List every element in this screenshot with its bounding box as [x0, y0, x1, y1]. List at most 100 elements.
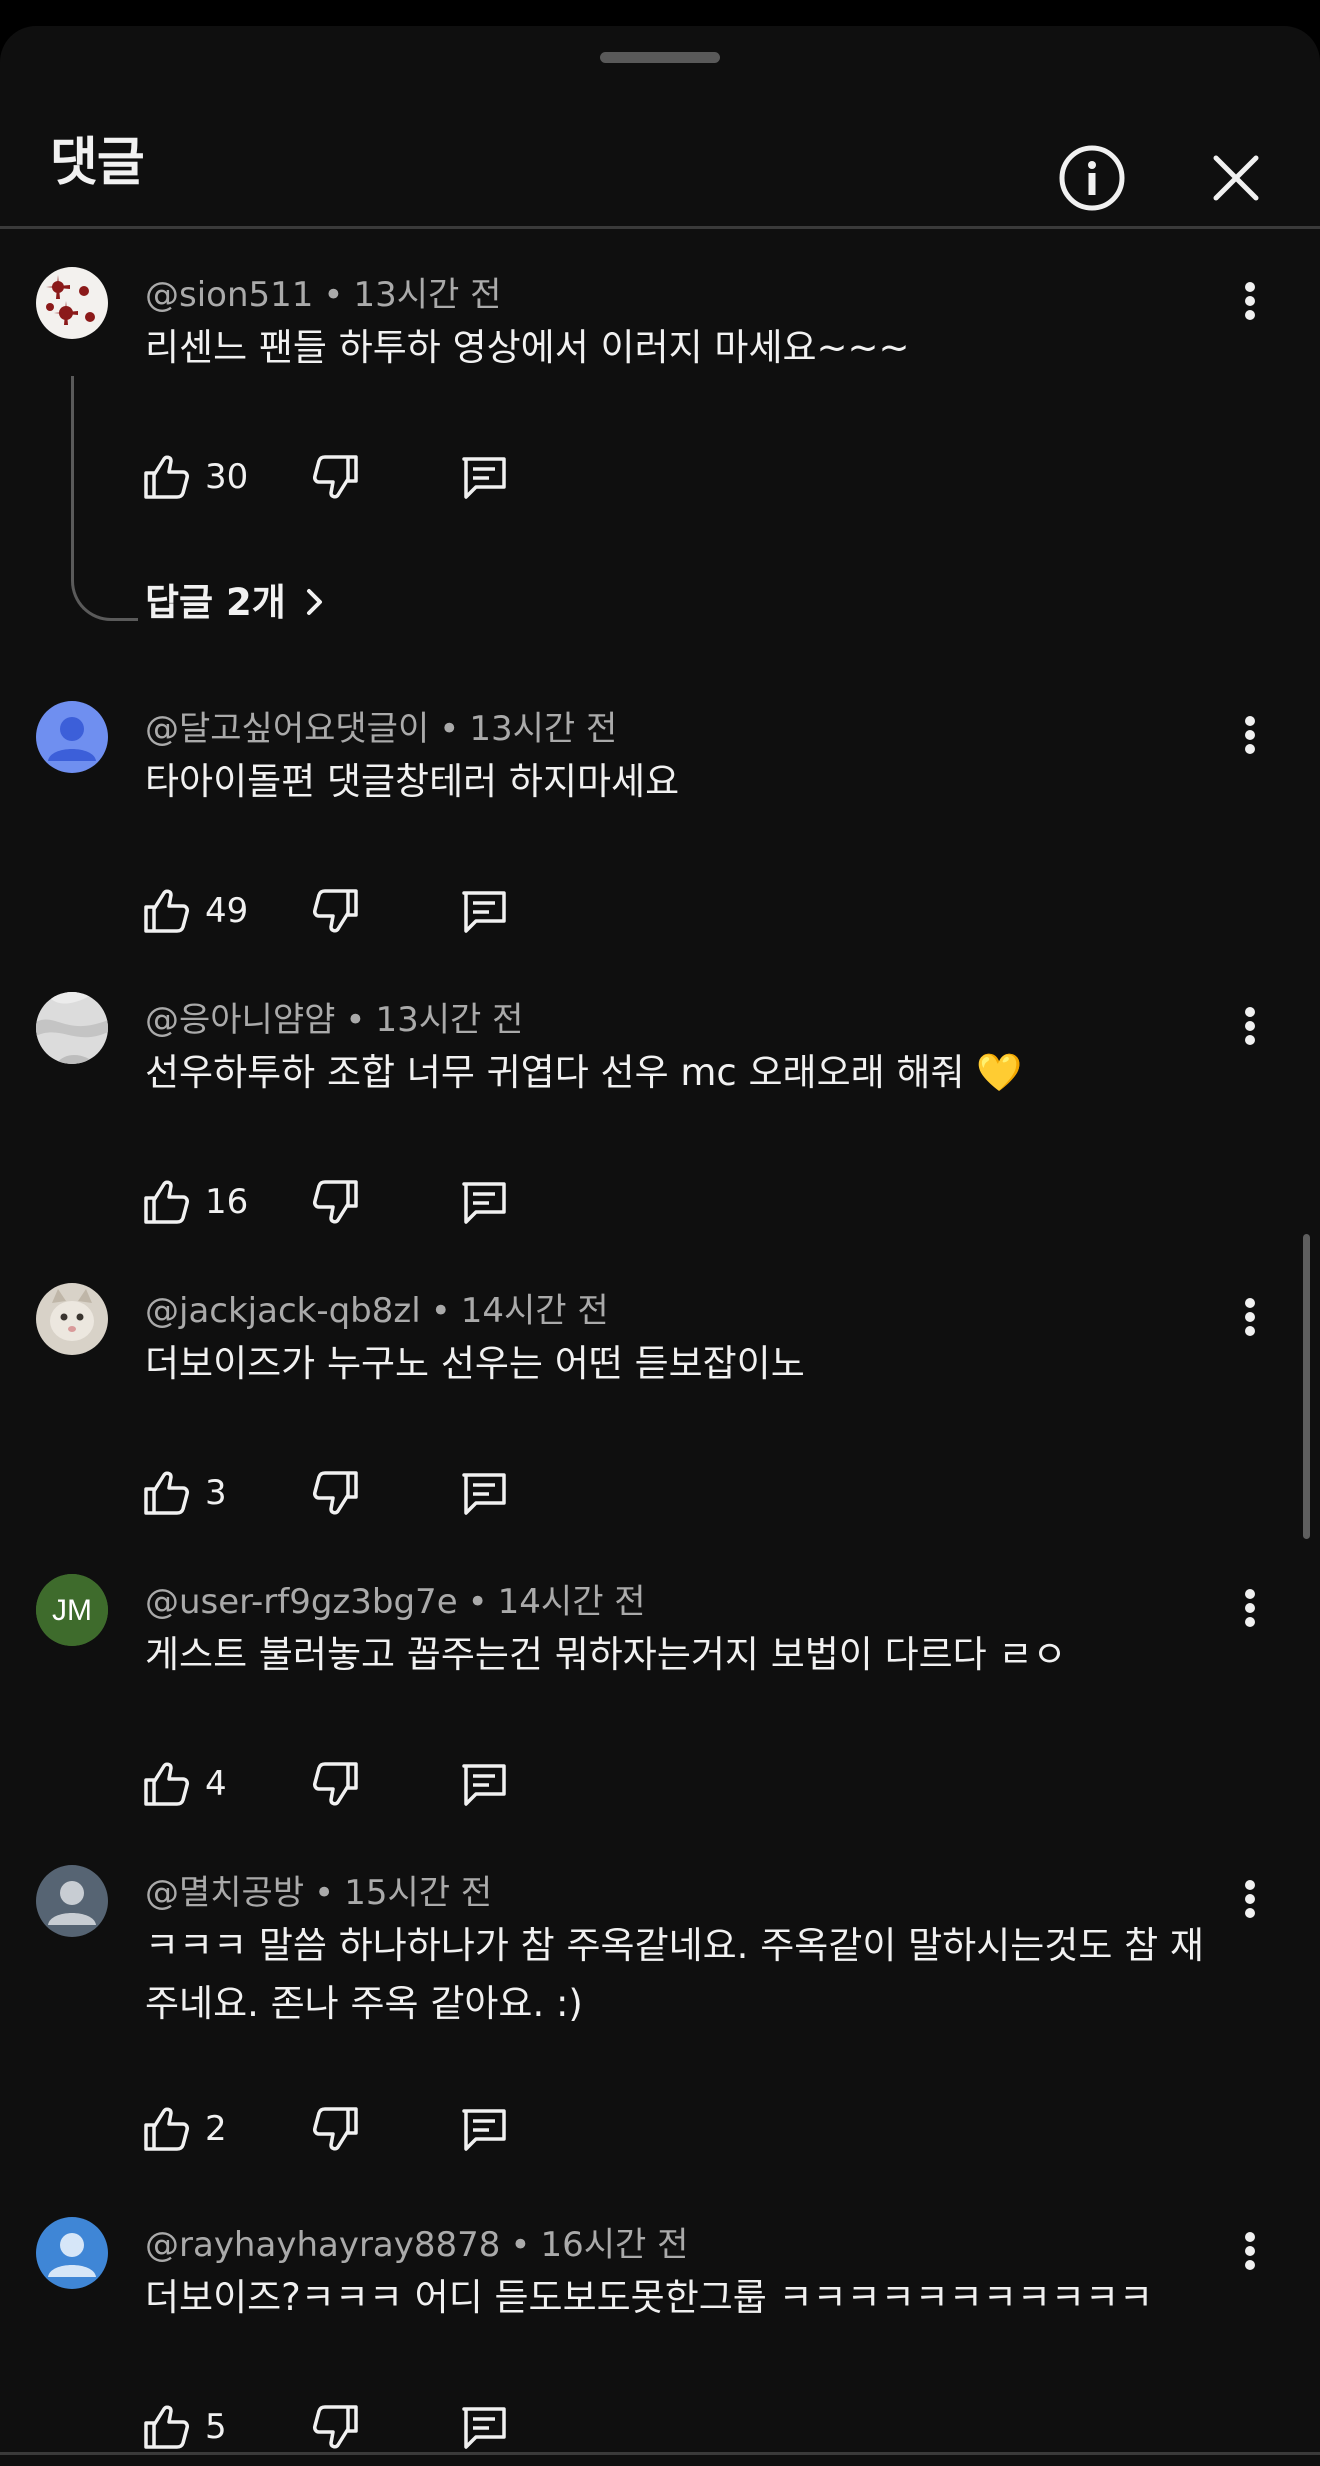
info-button[interactable] — [1052, 138, 1132, 218]
more-vertical-icon — [1245, 1007, 1255, 1045]
comment-author[interactable]: @rayhayhayray8878 — [145, 2225, 500, 2265]
comment-time: 15시간 전 — [344, 1873, 493, 1913]
avatar[interactable] — [36, 267, 108, 339]
avatar[interactable] — [36, 1283, 108, 1355]
reply-button[interactable] — [458, 2395, 510, 2459]
dislike-button[interactable] — [310, 1170, 362, 1234]
reply-button[interactable] — [458, 2097, 510, 2161]
dislike-button[interactable] — [310, 1752, 362, 1816]
like-button[interactable]: 2 — [140, 2097, 227, 2161]
like-count: 4 — [205, 1764, 227, 1804]
close-button[interactable] — [1196, 138, 1276, 218]
svg-text:JM: JM — [52, 1594, 92, 1627]
more-button[interactable] — [1224, 699, 1276, 771]
reply-icon — [462, 891, 506, 933]
comment-meta: @user-rf9gz3bg7e • 14시간 전 — [145, 1582, 646, 1622]
more-button[interactable] — [1224, 1863, 1276, 1935]
like-count: 16 — [205, 1182, 249, 1222]
dislike-button[interactable] — [310, 2097, 362, 2161]
avatar[interactable] — [36, 992, 108, 1064]
comment-text: 더보이즈?ㅋㅋㅋ 어디 듣도보도못한그룹 ㅋㅋㅋㅋㅋㅋㅋㅋㅋㅋㅋ — [145, 2276, 1154, 2319]
avatar[interactable]: JM — [36, 1574, 108, 1646]
avatar[interactable] — [36, 701, 108, 773]
thumbs-down-icon — [313, 1471, 358, 1515]
reply-button[interactable] — [458, 1170, 510, 1234]
more-button[interactable] — [1224, 265, 1276, 337]
dislike-button[interactable] — [310, 879, 362, 943]
thumbs-down-icon — [313, 1762, 358, 1806]
more-vertical-icon — [1245, 1298, 1255, 1336]
thumbs-up-icon — [144, 1762, 189, 1806]
like-button[interactable]: 16 — [140, 1170, 248, 1234]
avatar-initials: JM — [36, 1574, 108, 1646]
thumbs-up-icon — [144, 2107, 189, 2151]
comment-author[interactable]: @달고싶어요댓글이 — [145, 709, 429, 749]
comment-author[interactable]: @user-rf9gz3bg7e — [145, 1582, 458, 1622]
comment-author[interactable]: @jackjack-qb8zl — [145, 1291, 421, 1331]
replies-label: 답글 2개 — [145, 581, 286, 624]
like-button[interactable]: 49 — [140, 879, 248, 943]
reply-icon — [462, 1473, 506, 1515]
reply-button[interactable] — [458, 879, 510, 943]
more-vertical-icon — [1245, 1589, 1255, 1627]
default-avatar-icon — [36, 2217, 108, 2289]
like-button[interactable]: 30 — [140, 445, 248, 509]
default-avatar-icon — [36, 1865, 108, 1937]
page-title: 댓글 — [50, 133, 145, 193]
scrollbar[interactable] — [1303, 1234, 1310, 1539]
comment-meta: @응아니얌얌 • 13시간 전 — [145, 1000, 524, 1040]
comment-actions: 49 — [140, 879, 640, 943]
like-count: 3 — [205, 1473, 227, 1513]
like-count: 30 — [205, 457, 249, 497]
comment-meta: @멸치공방 • 15시간 전 — [145, 1873, 493, 1913]
reply-icon — [462, 2407, 506, 2449]
chevron-right-icon — [306, 588, 322, 615]
like-count: 2 — [205, 2109, 227, 2149]
avatar[interactable] — [36, 2217, 108, 2289]
avatar-marble-image — [36, 992, 108, 1064]
thumbs-down-icon — [313, 889, 358, 933]
thumbs-up-icon — [144, 2405, 189, 2449]
like-button[interactable]: 4 — [140, 1752, 227, 1816]
more-button[interactable] — [1224, 990, 1276, 1062]
bottom-divider — [0, 2452, 1320, 2455]
like-button[interactable]: 5 — [140, 2395, 227, 2459]
dislike-button[interactable] — [310, 1461, 362, 1525]
dislike-button[interactable] — [310, 2395, 362, 2459]
comment-author[interactable]: @sion511 — [145, 275, 313, 315]
comment-text: 더보이즈가 누구노 선우는 어떤 듣보잡이노 — [145, 1342, 805, 1385]
comment-time: 13시간 전 — [353, 275, 502, 315]
dislike-button[interactable] — [310, 445, 362, 509]
comment-actions: 16 — [140, 1170, 640, 1234]
comment-time: 16시간 전 — [540, 2225, 689, 2265]
comment-time: 13시간 전 — [469, 709, 618, 749]
more-vertical-icon — [1245, 1880, 1255, 1918]
avatar-cat-image — [36, 1283, 108, 1355]
comment-actions: 5 — [140, 2395, 640, 2459]
more-vertical-icon — [1245, 716, 1255, 754]
reply-icon — [462, 457, 506, 499]
thumbs-up-icon — [144, 1471, 189, 1515]
thumbs-up-icon — [144, 889, 189, 933]
reply-button[interactable] — [458, 1752, 510, 1816]
comment-time: 13시간 전 — [375, 1000, 524, 1040]
more-button[interactable] — [1224, 1572, 1276, 1644]
comment-text: ㅋㅋㅋ 말씀 하나하나가 참 주옥같네요. 주옥같이 말하시는것도 참 재주네요… — [145, 1924, 1204, 2025]
reply-button[interactable] — [458, 1461, 510, 1525]
like-count: 5 — [205, 2407, 227, 2447]
thumbs-up-icon — [144, 1180, 189, 1224]
comment-meta: @sion511 • 13시간 전 — [145, 275, 502, 315]
view-replies-button[interactable]: 답글 2개 — [145, 572, 330, 626]
more-button[interactable] — [1224, 2215, 1276, 2287]
comments-sheet: 댓글 @sion511 • 13시간 전 리센느 팬들 하투하 영상에서 이러지… — [0, 26, 1320, 2466]
more-button[interactable] — [1224, 1281, 1276, 1353]
comment-author[interactable]: @멸치공방 — [145, 1873, 304, 1913]
like-button[interactable]: 3 — [140, 1461, 227, 1525]
thumbs-up-icon — [144, 455, 189, 499]
comment-author[interactable]: @응아니얌얌 — [145, 1000, 335, 1040]
thumbs-down-icon — [313, 1180, 358, 1224]
more-vertical-icon — [1245, 282, 1255, 320]
avatar[interactable] — [36, 1865, 108, 1937]
reply-button[interactable] — [458, 445, 510, 509]
comment-actions: 2 — [140, 2097, 640, 2161]
